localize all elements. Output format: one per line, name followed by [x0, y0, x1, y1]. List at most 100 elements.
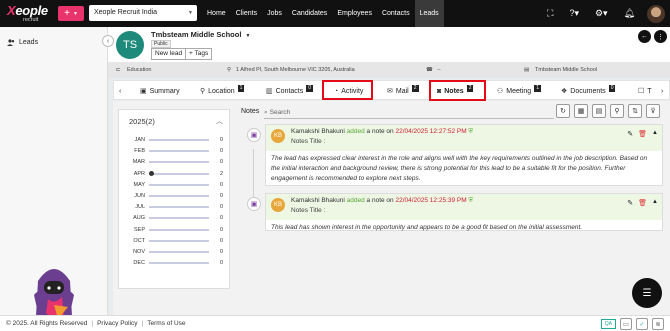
tab-mail[interactable]: ✉ Mail 2: [387, 84, 419, 98]
lead-header: TS Tmbsteam Middle School ▼ Public New le…: [108, 27, 670, 62]
month-row[interactable]: JUN 0: [127, 192, 227, 200]
contacts-icon: ▥: [266, 88, 273, 95]
edit-pencil-icon[interactable]: ✎: [627, 199, 633, 207]
copyright-text: © 2025. All Rights Reserved: [6, 320, 88, 327]
month-row[interactable]: FEB 0: [127, 147, 227, 155]
sidebar-collapse-button[interactable]: ‹: [102, 35, 114, 47]
print-icon[interactable]: ▦: [574, 104, 588, 118]
tab-location[interactable]: ⚲ Location 1: [200, 84, 245, 98]
month-bar: [149, 239, 209, 242]
timeline-line: [253, 149, 254, 199]
edit-pencil-icon[interactable]: ✎: [627, 130, 633, 138]
back-arrow-icon[interactable]: ←: [638, 30, 651, 43]
collapse-chevron-up-icon[interactable]: ▲: [652, 130, 658, 138]
shield-icon: ⛨: [468, 198, 473, 204]
lead-name-dropdown[interactable]: Tmbsteam Middle School ▼: [151, 30, 250, 39]
filter-icon[interactable]: ⊽: [646, 104, 660, 118]
nav-jobs[interactable]: Jobs: [262, 0, 287, 27]
month-count: 0: [219, 215, 223, 222]
refresh-icon[interactable]: ↻: [556, 104, 570, 118]
company-icon: ▤: [524, 67, 530, 73]
month-row[interactable]: JUL 0: [127, 203, 227, 211]
more-options-icon[interactable]: ⋮: [654, 30, 667, 43]
quick-add-button[interactable]: + ▼: [58, 6, 84, 21]
privacy-policy-link[interactable]: Privacy Policy: [97, 320, 137, 327]
notification-bell-icon[interactable]: 🔔︎: [624, 8, 635, 19]
month-count: 0: [219, 193, 223, 199]
new-lead-button[interactable]: New lead: [151, 48, 187, 60]
location-pin-icon: ⚲: [227, 67, 232, 73]
tabs-scroll-right[interactable]: ›: [661, 84, 663, 98]
nav-clients[interactable]: Clients: [231, 0, 262, 27]
month-count: 0: [219, 249, 223, 255]
tab-tasks[interactable]: ☐ T: [638, 84, 652, 98]
note-card: KB Kamakshi Bhakuni added a note on 22/0…: [265, 124, 663, 186]
settings-gear-icon[interactable]: ⚙▾: [595, 8, 608, 19]
notes-search-input[interactable]: ⌕ Search: [264, 107, 554, 119]
lead-phone: --: [437, 67, 441, 73]
person-filter-icon[interactable]: ⚲: [610, 104, 624, 118]
month-label: NOV: [133, 249, 145, 255]
month-bar: [149, 228, 209, 231]
user-avatar[interactable]: [647, 4, 665, 23]
logo-text: eople: [15, 3, 48, 18]
tab-summary[interactable]: ▣ Summary: [140, 84, 180, 98]
nav-leads[interactable]: Leads: [414, 0, 444, 27]
month-bar: [149, 150, 209, 153]
month-row[interactable]: MAR 0: [127, 158, 227, 166]
year-label[interactable]: 2025(2): [129, 117, 155, 126]
tab-label: Summary: [149, 87, 180, 95]
month-bar: [149, 217, 209, 220]
sort-icon[interactable]: ⇅: [628, 104, 642, 118]
month-activity-dot: [149, 170, 154, 176]
month-row[interactable]: MAY 0: [127, 181, 227, 189]
nav-home[interactable]: Home: [202, 0, 231, 27]
tabs-scroll-left[interactable]: ‹: [119, 84, 121, 98]
qa-badge: QA: [600, 319, 616, 329]
organization-select[interactable]: Xeople Recruit India ▼: [89, 5, 197, 21]
month-count: 2: [219, 170, 223, 177]
tab-label: Mail: [395, 87, 409, 95]
chevron-down-icon: ▼: [72, 10, 78, 17]
tab-label: Meeting: [506, 87, 532, 95]
organization-select-value: Xeople Recruit India: [94, 9, 158, 16]
note-author[interactable]: Kamakshi Bhakuni: [291, 128, 345, 135]
month-label: AUG: [133, 215, 145, 222]
nav-contacts[interactable]: Contacts: [377, 0, 415, 27]
nav-candidates[interactable]: Candidates: [287, 0, 332, 27]
lead-category: Education: [127, 67, 152, 73]
calendar-icon[interactable]: ▤: [592, 104, 606, 118]
tab-count-badge: 1: [534, 85, 541, 92]
note-action: added: [346, 197, 365, 204]
tab-contacts[interactable]: ▥ Contacts 0: [266, 84, 314, 98]
tab-documents[interactable]: ❖ Documents 0: [561, 84, 616, 98]
top-navbar: Xeople recruit + ▼ Xeople Recruit India …: [0, 0, 670, 27]
delete-trash-icon[interactable]: 🗑︎: [638, 199, 647, 207]
lead-info-strip: ⊏ Education ⚲ 1 Alfred Pl, South Melbour…: [108, 62, 670, 78]
chat-icon[interactable]: ▭: [620, 318, 632, 330]
nav-employees[interactable]: Employees: [332, 0, 377, 27]
note-author[interactable]: Kamakshi Bhakuni: [291, 197, 345, 204]
tab-count-badge: 0: [608, 85, 616, 92]
help-icon[interactable]: ?▾: [569, 8, 579, 19]
chevron-up-icon[interactable]: ︿: [216, 116, 223, 126]
check-status-icon[interactable]: ✓: [636, 318, 648, 330]
delete-trash-icon[interactable]: 🗑︎: [638, 130, 647, 138]
add-tags-button[interactable]: + Tags: [185, 48, 213, 60]
month-row[interactable]: APR 2: [127, 170, 227, 178]
app-logo[interactable]: Xeople recruit: [5, 3, 55, 25]
tab-meeting[interactable]: ⚇ Meeting 1: [497, 84, 541, 98]
note-timestamp: 22/04/2025 12:25:39 PM: [395, 197, 467, 204]
highlight-notes-tab: [429, 80, 486, 101]
month-row[interactable]: OCT 0: [127, 237, 227, 245]
month-row[interactable]: JAN 0: [127, 136, 227, 144]
fullscreen-icon[interactable]: ⛶: [547, 8, 553, 19]
terms-of-use-link[interactable]: Terms of Use: [147, 320, 185, 327]
month-row[interactable]: DEC 0: [127, 259, 227, 267]
month-row[interactable]: AUG 0: [127, 214, 227, 222]
floating-menu-button[interactable]: ☰: [632, 278, 662, 308]
sidebar-item-leads[interactable]: Leads: [7, 39, 38, 46]
month-row[interactable]: SEP 0: [127, 226, 227, 234]
collapse-chevron-up-icon[interactable]: ▲: [652, 199, 658, 207]
month-row[interactable]: NOV 0: [127, 248, 227, 256]
